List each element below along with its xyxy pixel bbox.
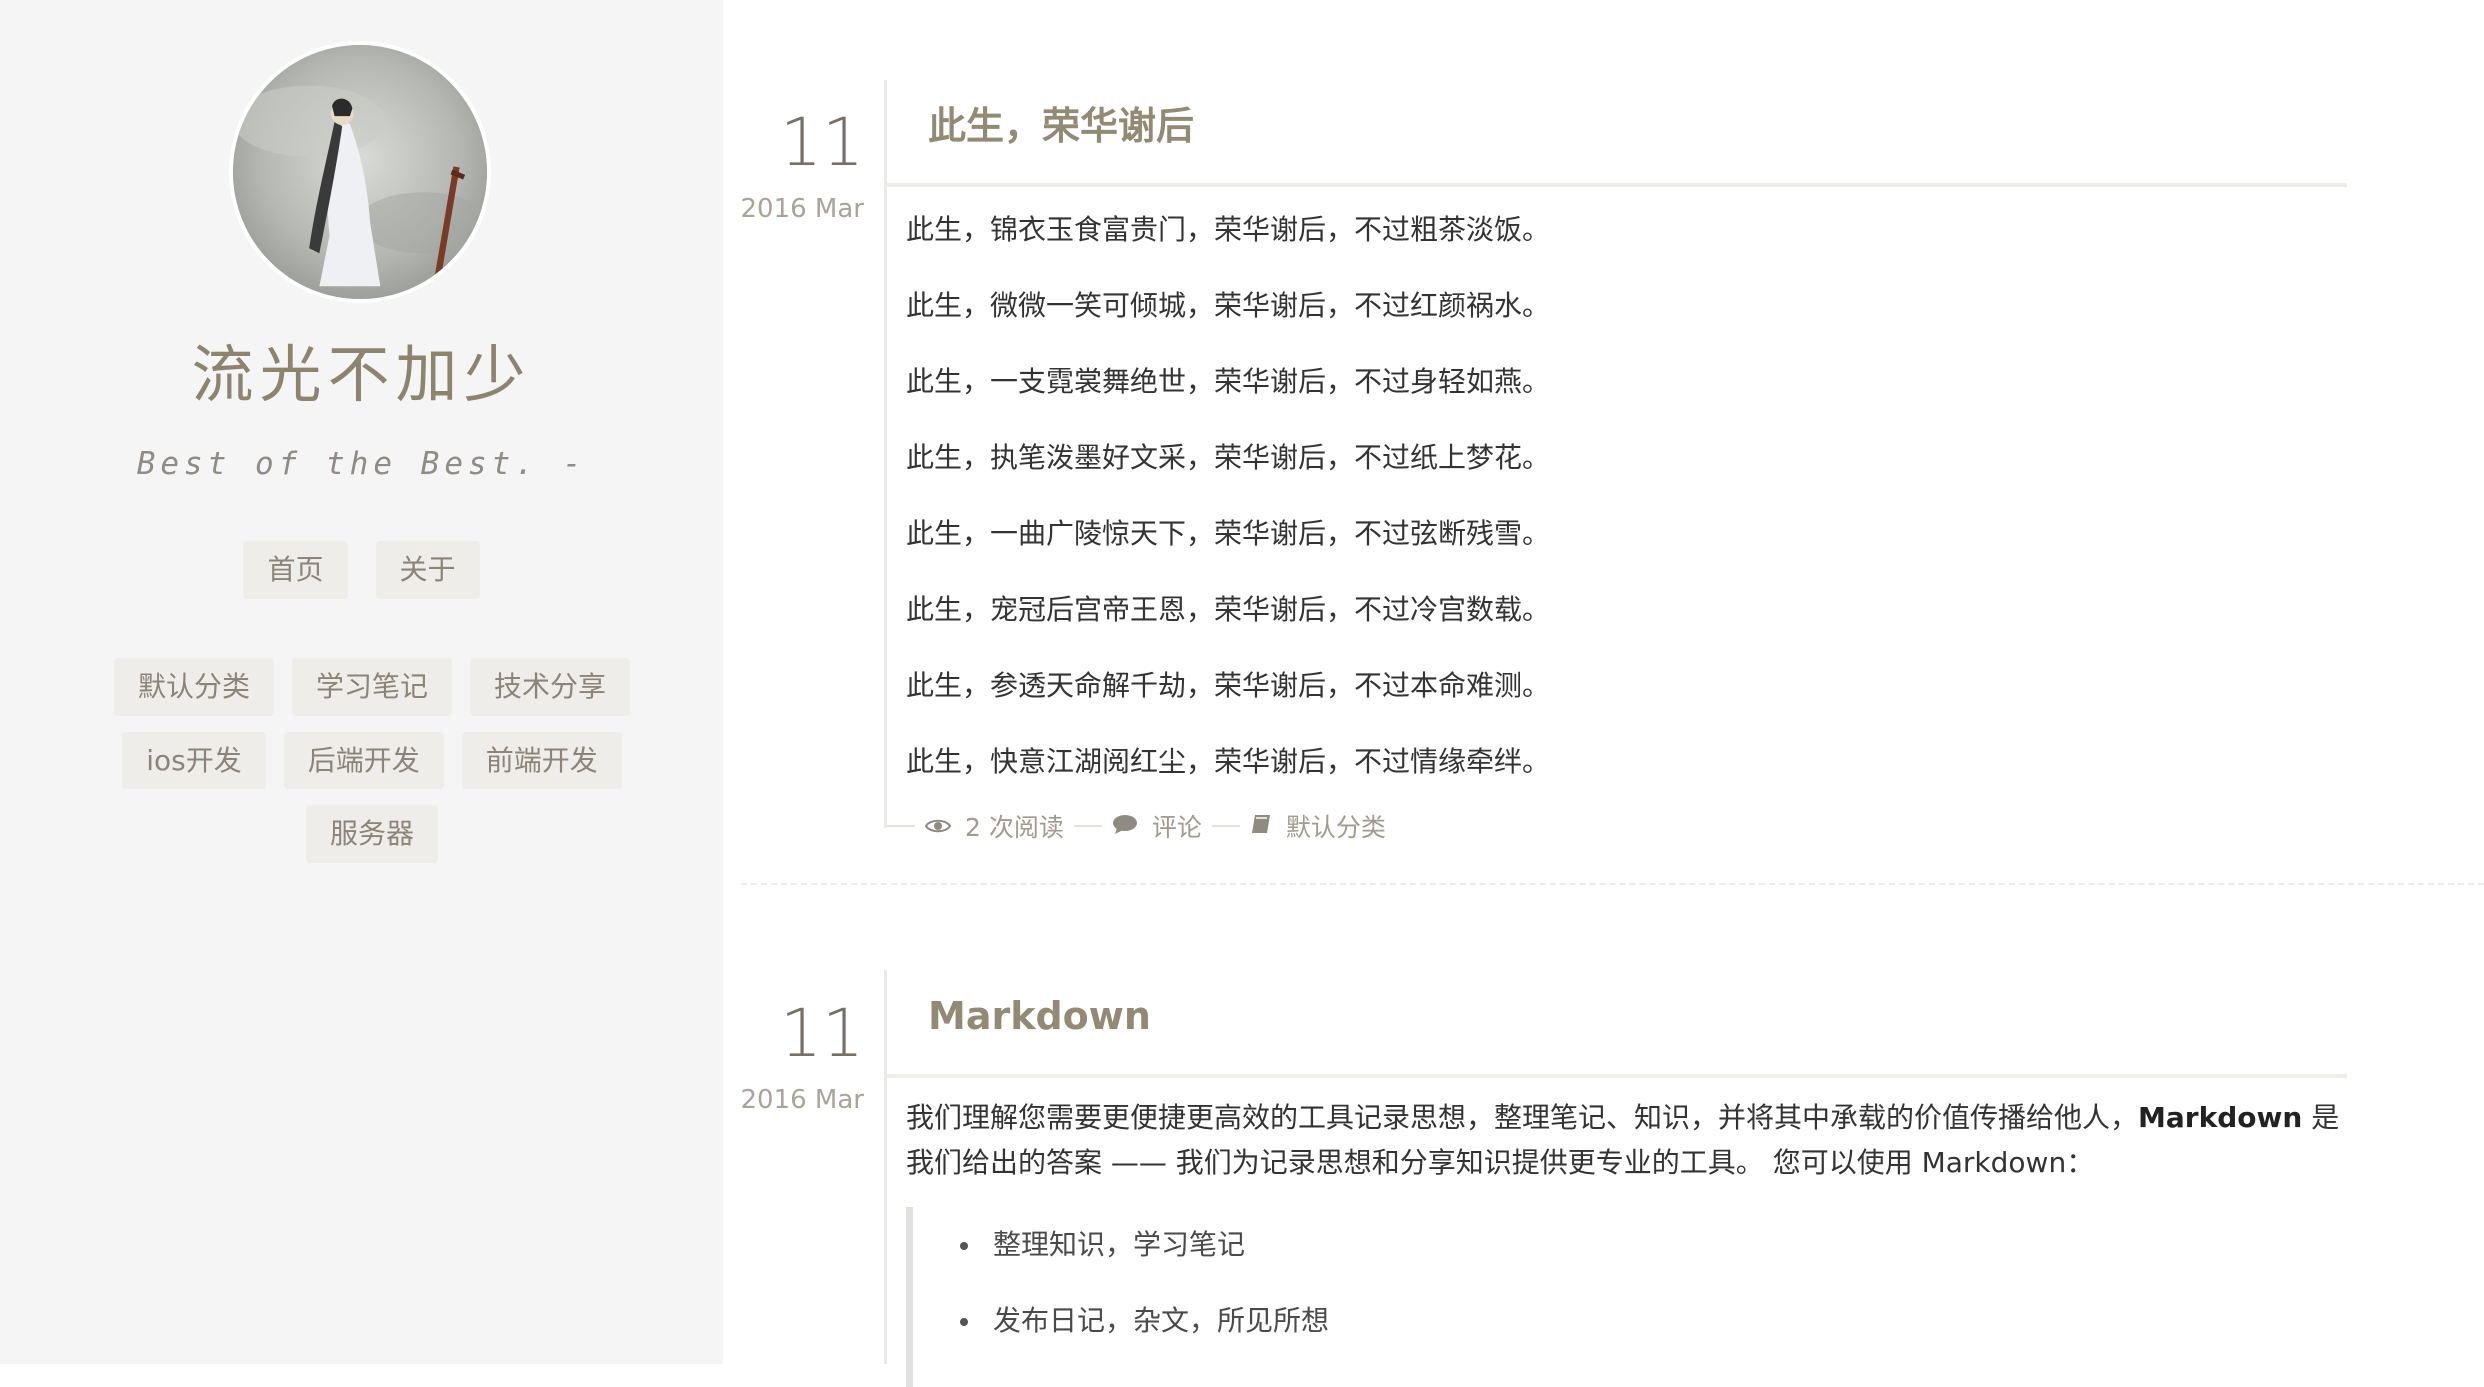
meta-divider [1211, 825, 1240, 827]
list-item: 整理知识，学习笔记 [960, 1207, 2346, 1283]
category-list: 默认分类 学习笔记 技术分享 ios开发 后端开发 前端开发 服务器 [112, 658, 632, 863]
intro-paragraph: 我们理解您需要更便捷更高效的工具记录思想，整理笔记、知识，并将其中承载的价值传播… [906, 1095, 2346, 1185]
title-divider [887, 183, 2347, 187]
post-date-day: 11 [780, 995, 864, 1072]
category-server[interactable]: 服务器 [305, 805, 438, 863]
content-line: 此生，一曲广陵惊天下，荣华谢后，不过弦断残雪。 [906, 517, 1551, 550]
title-divider [887, 1074, 2347, 1078]
post-meta: 2 次阅读 评论 默认分类 [887, 808, 1386, 844]
intro-bold-text: Markdown [2138, 1101, 2303, 1134]
category-frontend-dev[interactable]: 前端开发 [461, 731, 622, 790]
content-line: 此生，宠冠后宫帝王恩，荣华谢后，不过冷宫数载。 [906, 593, 1551, 626]
category-default[interactable]: 默认分类 [113, 658, 274, 716]
blockquote: 整理知识，学习笔记 发布日记，杂文，所见所想 [906, 1207, 2346, 1387]
post-content: 我们理解您需要更便捷更高效的工具记录思想，整理笔记、知识，并将其中承载的价值传播… [906, 1095, 2346, 1387]
list-item: 发布日记，杂文，所见所想 [960, 1283, 2346, 1359]
category-tech-share[interactable]: 技术分享 [470, 658, 631, 716]
post-date: 11 2016 Mar [723, 104, 865, 225]
nav-about-link[interactable]: 关于 [375, 541, 480, 599]
post-date: 11 2016 Mar [723, 995, 865, 1116]
bullet-list: 整理知识，学习笔记 发布日记，杂文，所见所想 [960, 1207, 2346, 1359]
post-date-month: 2016 Mar [740, 1085, 865, 1115]
category-ios-dev[interactable]: ios开发 [122, 731, 266, 790]
comments-link[interactable]: 评论 [1152, 808, 1202, 844]
meta-divider [887, 825, 915, 827]
post-separator [741, 883, 2484, 885]
post-date-month: 2016 Mar [740, 194, 865, 224]
site-subtitle: Best of the Best. - [136, 446, 587, 482]
content-line: 此生，一支霓裳舞绝世，荣华谢后，不过身轻如燕。 [906, 365, 1551, 398]
post-content: 此生，锦衣玉食富贵门，荣华谢后，不过粗茶淡饭。 此生，微微一笑可倾城，荣华谢后，… [906, 192, 2346, 800]
post-category-link[interactable]: 默认分类 [1286, 808, 1386, 844]
content-line: 此生，执笔泼墨好文采，荣华谢后，不过纸上梦花。 [906, 441, 1551, 474]
sidebar: 流光不加少 Best of the Best. - 首页 关于 默认分类 学习笔… [0, 0, 723, 1364]
book-icon [1250, 812, 1272, 841]
meta-divider [1073, 825, 1102, 827]
post-list: 11 2016 Mar 此生，荣华谢后 此生，锦衣玉食富贵门，荣华谢后，不过粗茶… [723, 0, 2484, 1387]
comment-icon [1112, 812, 1138, 841]
eye-icon [924, 812, 952, 841]
content-line: 此生，快意江湖阅红尘，荣华谢后，不过情缘牵绊。 [906, 745, 1551, 778]
timeline-line [884, 80, 887, 828]
post-title[interactable]: 此生，荣华谢后 [928, 104, 1194, 150]
content-line: 此生，微微一笑可倾城，荣华谢后，不过红颜祸水。 [906, 289, 1551, 322]
main-nav: 首页 关于 [0, 541, 723, 599]
post-title[interactable]: Markdown [928, 994, 1151, 1040]
content-line: 此生，参透天命解千劫，荣华谢后，不过本命难测。 [906, 669, 1551, 702]
category-study-notes[interactable]: 学习笔记 [291, 658, 452, 716]
timeline-line [884, 970, 887, 1364]
intro-text: 我们理解您需要更便捷更高效的工具记录思想，整理笔记、知识，并将其中承载的价值传播… [906, 1101, 2139, 1134]
site-title[interactable]: 流光不加少 [0, 338, 723, 412]
category-backend-dev[interactable]: 后端开发 [283, 731, 444, 790]
avatar-image [233, 45, 487, 299]
nav-home-link[interactable]: 首页 [243, 541, 348, 599]
views-count: 2 次阅读 [965, 813, 1064, 842]
avatar[interactable] [229, 41, 491, 303]
post-date-day: 11 [780, 104, 864, 181]
content-line: 此生，锦衣玉食富贵门，荣华谢后，不过粗茶淡饭。 [906, 213, 1551, 246]
